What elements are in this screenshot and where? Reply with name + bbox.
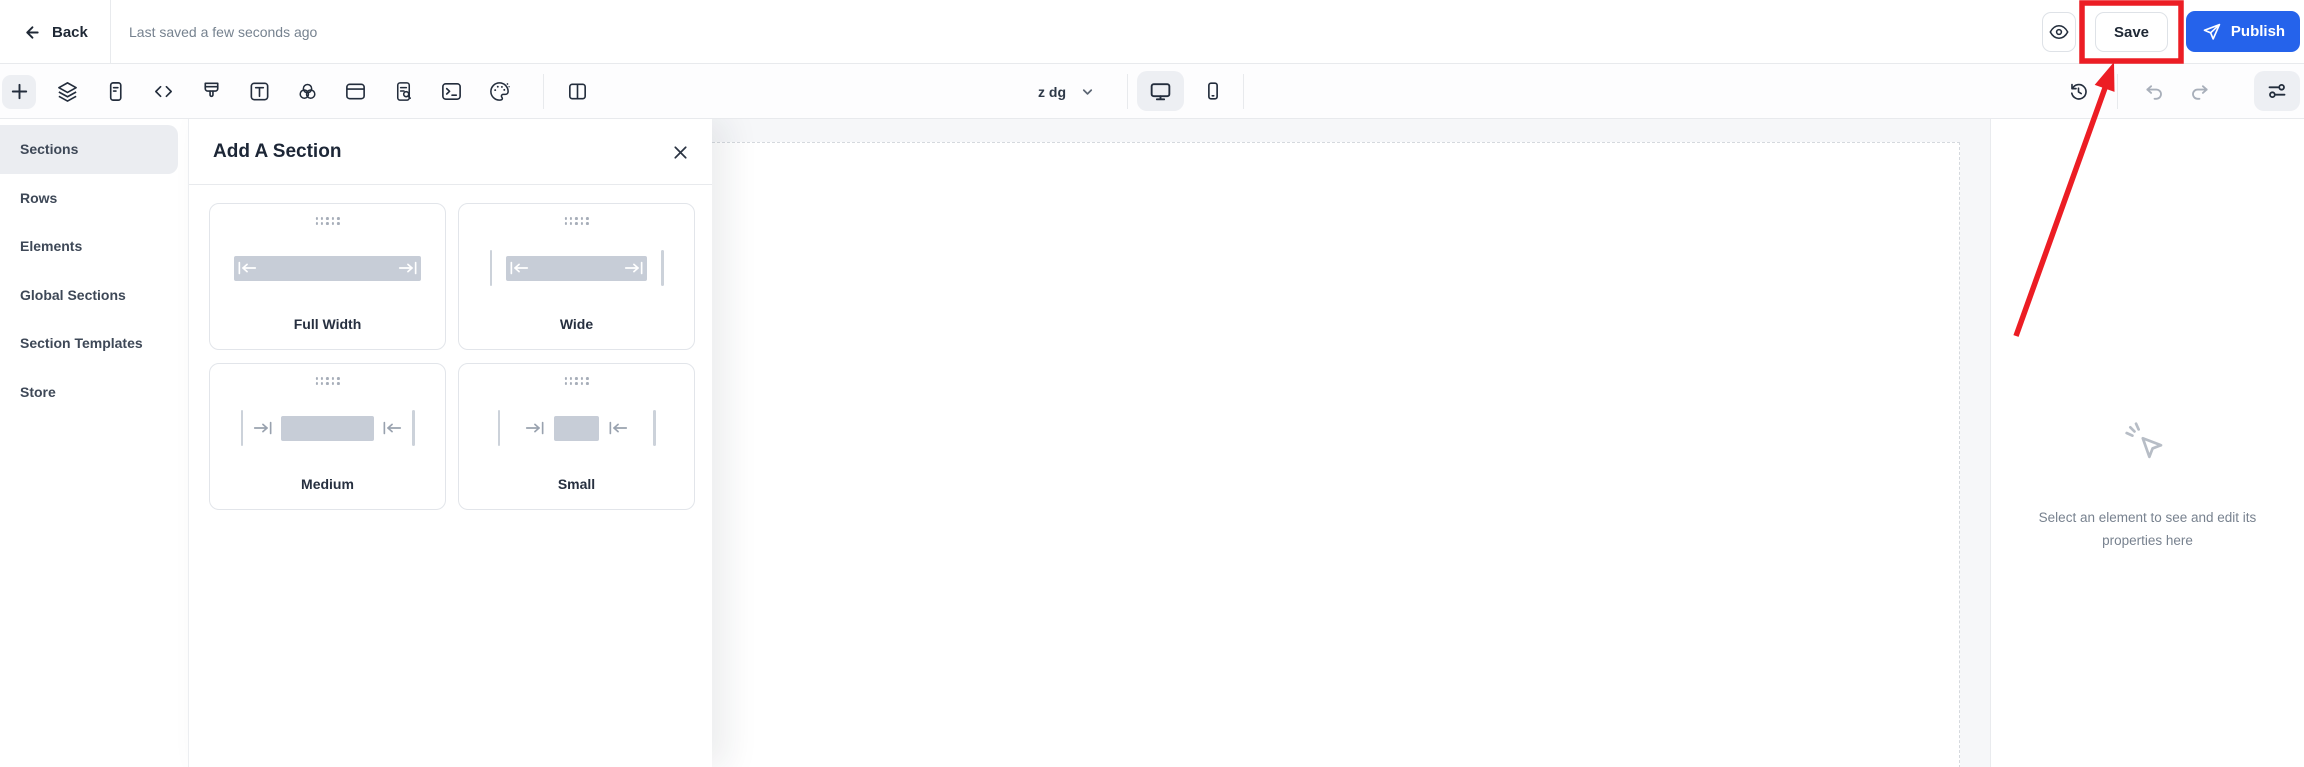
section-card-label: Wide <box>559 316 594 332</box>
drag-handle-dots-icon <box>564 377 589 385</box>
toolbar-divider <box>1127 74 1128 109</box>
add-section-button[interactable] <box>2 74 36 109</box>
undo-icon <box>2143 80 2166 103</box>
page-content-button[interactable] <box>98 75 132 109</box>
toolbar: z dg <box>0 64 2304 119</box>
section-card-label: Small <box>557 476 596 492</box>
zoom-value: z dg <box>1038 83 1066 100</box>
section-card-wide[interactable]: Wide <box>458 203 695 350</box>
zoom-dropdown[interactable]: z dg <box>1028 64 1095 119</box>
topbar-divider <box>110 0 111 64</box>
split-view-button[interactable] <box>560 74 594 108</box>
sliders-icon <box>2265 79 2289 103</box>
theme-button[interactable] <box>482 75 516 109</box>
close-panel-button[interactable] <box>670 142 690 162</box>
full-width-diagram-icon <box>210 246 445 290</box>
panel-header: Add A Section <box>189 119 712 185</box>
sidebar-item-elements[interactable]: Elements <box>0 222 188 271</box>
desktop-view-button[interactable] <box>1137 71 1184 111</box>
version-history-button[interactable] <box>2061 74 2095 108</box>
drag-handle-dots-icon <box>564 217 589 225</box>
sidebar-item-label: Sections <box>20 141 79 158</box>
back-button[interactable]: Back <box>12 0 98 64</box>
drag-handle-dots-icon <box>315 217 340 225</box>
editor-window: Back Last saved a few seconds ago Save P… <box>0 0 2304 767</box>
panel-title: Add A Section <box>213 140 342 162</box>
cursor-click-icon <box>2122 419 2174 471</box>
code-icon <box>152 80 175 103</box>
close-icon <box>671 143 690 162</box>
blend-button[interactable] <box>290 75 324 109</box>
text-icon <box>248 80 271 103</box>
save-button[interactable]: Save <box>2095 12 2168 52</box>
properties-empty-text: Select an element to see and edit its pr… <box>2038 510 2257 548</box>
sidebar-item-label: Store <box>20 383 56 400</box>
columns-icon <box>566 80 589 103</box>
sidebar-item-section-templates[interactable]: Section Templates <box>0 319 188 368</box>
sidebar-item-store[interactable]: Store <box>0 368 188 417</box>
section-card-label: Full Width <box>293 316 362 332</box>
styles-button[interactable] <box>194 75 228 109</box>
desktop-icon <box>1148 79 1173 104</box>
palette-icon <box>488 80 511 103</box>
console-button[interactable] <box>434 75 468 109</box>
arrow-left-icon <box>22 23 41 42</box>
eye-icon <box>2048 21 2070 43</box>
section-card-label: Medium <box>301 476 354 492</box>
section-card-medium[interactable]: Medium <box>209 363 446 510</box>
terminal-icon <box>440 80 463 103</box>
redo-button[interactable] <box>2182 74 2216 108</box>
paintbrush-icon <box>200 80 223 103</box>
medium-diagram-icon <box>210 406 445 450</box>
page-preview[interactable] <box>712 142 1960 767</box>
publish-button[interactable]: Publish <box>2186 11 2300 52</box>
header-section-button[interactable] <box>338 75 372 109</box>
properties-empty-state: Select an element to see and edit its pr… <box>1991 419 2304 553</box>
topbar: Back Last saved a few seconds ago Save P… <box>0 0 2304 64</box>
publish-label: Publish <box>2230 23 2286 40</box>
document-search-icon <box>392 80 415 103</box>
wide-diagram-icon <box>459 246 694 290</box>
page-content-icon <box>104 80 127 103</box>
page-audit-button[interactable] <box>386 75 420 109</box>
properties-panel: Select an element to see and edit its pr… <box>1990 119 2304 767</box>
settings-button[interactable] <box>2254 71 2300 111</box>
section-card-small[interactable]: Small <box>458 363 695 510</box>
preview-button[interactable] <box>2042 12 2076 52</box>
sidebar-item-label: Section Templates <box>20 335 143 352</box>
toolbar-left-group <box>2 64 516 119</box>
plus-icon <box>8 80 31 103</box>
redo-icon <box>2188 80 2211 103</box>
blend-circles-icon <box>296 80 319 103</box>
section-size-cards: Full Width Wide Medium Small <box>189 185 712 510</box>
history-clock-icon <box>2067 80 2090 103</box>
browser-window-icon <box>344 80 367 103</box>
builder-sidebar: Sections Rows Elements Global Sections S… <box>0 119 188 767</box>
toolbar-divider <box>2117 74 2118 109</box>
sidebar-item-label: Elements <box>20 238 83 255</box>
undo-button[interactable] <box>2137 74 2171 108</box>
small-diagram-icon <box>459 406 694 450</box>
toolbar-divider <box>543 74 544 109</box>
mobile-icon <box>1202 80 1224 102</box>
mobile-view-button[interactable] <box>1194 71 1232 111</box>
toolbar-divider <box>1243 74 1244 109</box>
layers-icon <box>56 80 79 103</box>
sidebar-item-rows[interactable]: Rows <box>0 174 188 223</box>
chevron-down-icon <box>1080 84 1095 99</box>
send-icon <box>2201 21 2222 42</box>
save-label: Save <box>2113 23 2150 41</box>
add-section-panel: Add A Section Full Width Wide Medium Sma… <box>188 119 712 767</box>
last-saved-status: Last saved a few seconds ago <box>129 24 318 40</box>
sidebar-item-sections[interactable]: Sections <box>0 125 178 174</box>
layers-button[interactable] <box>50 75 84 109</box>
custom-code-button[interactable] <box>146 75 180 109</box>
sidebar-item-label: Rows <box>20 189 58 206</box>
section-card-full-width[interactable]: Full Width <box>209 203 446 350</box>
back-label: Back <box>52 23 88 41</box>
typography-button[interactable] <box>242 75 276 109</box>
sidebar-item-global-sections[interactable]: Global Sections <box>0 271 188 320</box>
drag-handle-dots-icon <box>315 377 340 385</box>
sidebar-item-label: Global Sections <box>20 286 126 303</box>
